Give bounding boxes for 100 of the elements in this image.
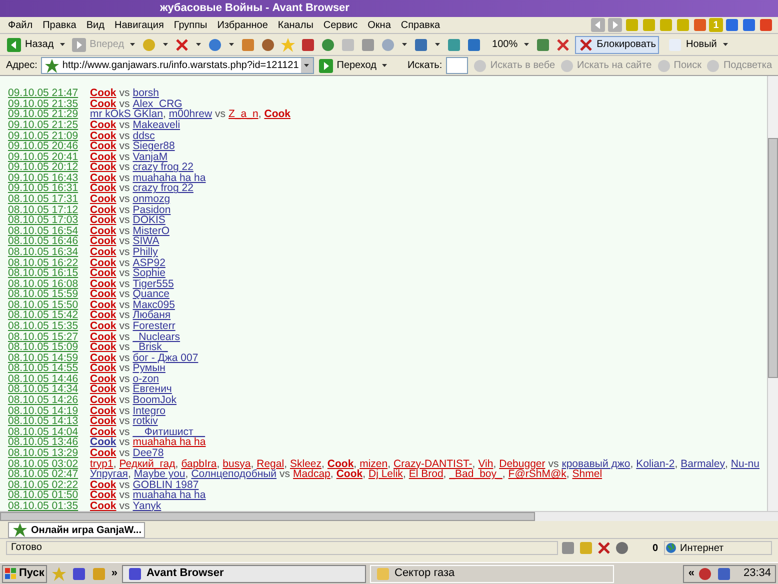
player-link[interactable]: Cook xyxy=(90,226,116,236)
menu-item[interactable]: Группы xyxy=(174,18,208,32)
player-link[interactable]: Cook xyxy=(90,278,116,289)
battle-time-link[interactable]: 08.10.05 15:35 xyxy=(8,321,90,331)
battle-time-link[interactable]: 08.10.05 16:34 xyxy=(8,246,90,257)
player-link[interactable]: Макс095 xyxy=(132,300,175,310)
player-link[interactable]: Cook xyxy=(90,268,116,278)
player-link[interactable]: _Bad_boy_ xyxy=(449,469,502,480)
caret-icon[interactable] xyxy=(402,43,408,46)
menu-item[interactable]: Сервис xyxy=(323,18,358,32)
player-link[interactable]: Cook xyxy=(90,500,116,511)
caret-icon[interactable] xyxy=(435,43,440,46)
popup-block-icon[interactable] xyxy=(578,36,594,52)
player-link[interactable]: ASP92 xyxy=(132,258,166,268)
address-field[interactable]: http://www.ganjawars.ru/info.warstats.php?id=121121 xyxy=(41,57,314,74)
player-link[interactable]: Cook xyxy=(90,215,116,226)
player-link[interactable]: Debugger xyxy=(499,458,546,469)
forward-icon[interactable] xyxy=(607,17,623,33)
player-link[interactable]: Integro xyxy=(132,406,166,416)
player-link[interactable]: Cook xyxy=(90,352,116,363)
player-link[interactable]: Cook xyxy=(90,321,116,331)
battle-time-link[interactable]: 09.10.05 21:35 xyxy=(8,98,90,109)
player-link[interactable]: Cook xyxy=(90,152,116,162)
back-icon[interactable] xyxy=(590,17,606,33)
player-link[interactable]: Makeaveli xyxy=(132,120,180,130)
player-link[interactable]: Cook xyxy=(90,416,116,426)
star-icon[interactable] xyxy=(280,36,296,52)
player-link[interactable]: Cook xyxy=(90,426,116,437)
battle-time-link[interactable]: 08.10.05 16:46 xyxy=(8,236,90,246)
player-link[interactable]: барbIra xyxy=(181,458,217,469)
battle-time-link[interactable]: 08.10.05 16:54 xyxy=(8,226,90,236)
tray-expand-button[interactable]: « xyxy=(688,565,694,582)
player-link[interactable]: Madcap xyxy=(293,469,330,480)
new-button[interactable]: Новый xyxy=(667,36,717,52)
player-link[interactable]: Crazy-DANTIST- xyxy=(394,458,472,469)
stop-icon[interactable] xyxy=(174,36,190,52)
player-link[interactable]: Cook xyxy=(90,332,116,342)
battle-time-link[interactable]: 08.10.05 17:03 xyxy=(8,215,90,226)
player-link[interactable]: Cook xyxy=(90,88,116,98)
battle-time-link[interactable]: 08.10.05 15:27 xyxy=(8,332,90,342)
caret-icon[interactable] xyxy=(163,43,168,46)
player-link[interactable]: Z_a_n xyxy=(228,109,258,120)
battle-time-link[interactable]: 09.10.05 21:29 xyxy=(8,109,90,120)
zoom-level[interactable]: 100% xyxy=(492,37,518,52)
menu-item[interactable]: Справка xyxy=(400,18,440,32)
battle-time-link[interactable]: 08.10.05 13:46 xyxy=(8,437,90,448)
player-link[interactable]: Quance xyxy=(132,289,170,300)
player-link[interactable]: Cook xyxy=(90,480,116,490)
player-link[interactable]: Cook xyxy=(90,183,116,194)
battle-time-link[interactable]: 08.10.05 03:02 xyxy=(8,458,90,469)
player-link[interactable]: DOKIS xyxy=(132,215,166,226)
player-link[interactable]: бог - Джа 007 xyxy=(132,352,198,363)
player-link[interactable]: Cook xyxy=(90,236,116,246)
player-link[interactable]: Редкий_гад xyxy=(119,458,176,469)
player-link[interactable]: Cook xyxy=(90,120,116,130)
menu-item[interactable]: Каналы xyxy=(278,18,314,32)
battle-time-link[interactable]: 08.10.05 02:47 xyxy=(8,469,90,480)
horizontal-scrollbar[interactable] xyxy=(0,511,778,521)
player-link[interactable]: _Brisk_ xyxy=(132,342,168,352)
battle-time-link[interactable]: 08.10.05 15:09 xyxy=(8,342,90,352)
player-link[interactable]: Sophie xyxy=(132,268,166,278)
player-link[interactable]: Евгенич xyxy=(132,384,172,394)
player-link[interactable]: mizen xyxy=(360,458,388,469)
caret-icon[interactable] xyxy=(196,43,202,46)
caret-icon[interactable] xyxy=(722,43,728,46)
battle-time-link[interactable]: 09.10.05 21:47 xyxy=(8,88,90,98)
battle-time-link[interactable]: 08.10.05 16:22 xyxy=(8,258,90,268)
battle-time-link[interactable]: 08.10.05 14:19 xyxy=(8,406,90,416)
taskbar-button[interactable]: Сектор газа xyxy=(370,564,614,582)
caret-icon[interactable] xyxy=(229,43,234,46)
battle-time-link[interactable]: 09.10.05 16:31 xyxy=(8,183,90,194)
battle-time-link[interactable]: 08.10.05 14:26 xyxy=(8,395,90,406)
player-link[interactable]: crazy frog 22 xyxy=(132,183,194,194)
battle-time-link[interactable]: 08.10.05 14:04 xyxy=(8,426,90,437)
player-link[interactable]: Cook xyxy=(90,246,116,257)
player-link[interactable]: Cook xyxy=(90,395,116,406)
player-link[interactable]: Barmaley xyxy=(680,458,725,469)
battle-time-link[interactable]: 08.10.05 01:50 xyxy=(8,490,90,500)
player-link[interactable]: Yanyk xyxy=(132,500,162,511)
player-link[interactable]: Cook xyxy=(90,363,116,374)
start-button[interactable]: Пуск xyxy=(2,564,48,582)
player-link[interactable]: Cook xyxy=(264,109,290,120)
caret-icon[interactable] xyxy=(524,43,529,46)
battle-time-link[interactable]: 09.10.05 20:41 xyxy=(8,152,90,162)
battle-time-link[interactable]: 09.10.05 16:43 xyxy=(8,172,90,183)
player-link[interactable]: crazy frog 22 xyxy=(132,162,194,172)
player-link[interactable]: F@rShM@k xyxy=(508,469,566,480)
player-link[interactable]: Skleez xyxy=(290,458,322,469)
player-link[interactable]: borsh xyxy=(132,88,160,98)
player-link[interactable]: Vih xyxy=(478,458,494,469)
player-link[interactable]: Cook xyxy=(90,98,116,109)
player-link[interactable]: Румын xyxy=(132,363,166,374)
player-link[interactable]: кровавый джо xyxy=(562,458,630,469)
player-link[interactable]: Cook xyxy=(336,469,363,480)
player-link[interactable]: __Фитишист__ xyxy=(132,426,205,437)
player-link[interactable]: Cook xyxy=(90,172,116,183)
dropdown-button[interactable] xyxy=(300,58,313,73)
player-link[interactable]: Cook xyxy=(90,342,116,352)
menu-item[interactable]: Окна xyxy=(368,18,391,32)
player-link[interactable]: Cook xyxy=(90,194,116,204)
